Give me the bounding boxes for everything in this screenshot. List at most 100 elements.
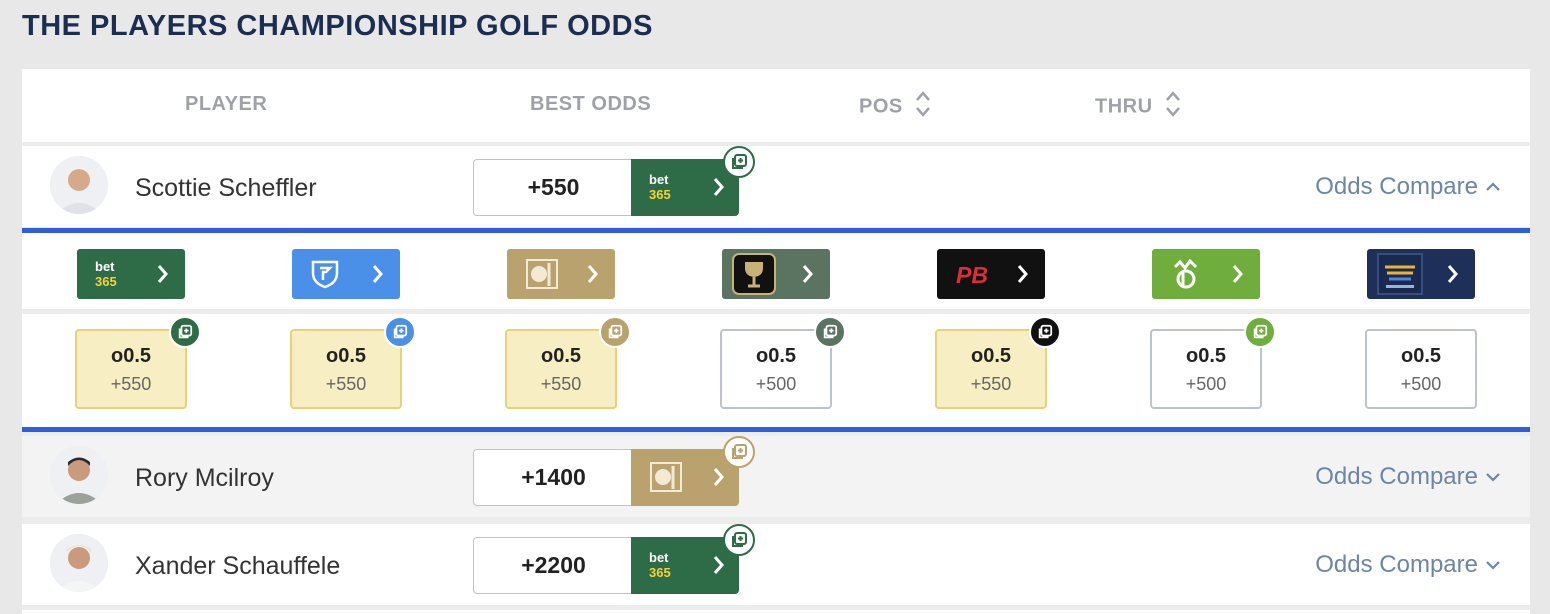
odds-lines-row: o0.5 +550 o0.5 +550 o0.5 +550 o0.5 +500 …: [22, 314, 1530, 427]
chevron-right-icon: [1017, 265, 1028, 283]
chevron-right-icon: [1232, 265, 1243, 283]
column-best-odds: BEST ODDS: [530, 93, 652, 115]
add-bet-icon[interactable]: [1029, 316, 1061, 348]
odds-price: +500: [1400, 374, 1442, 394]
best-odds-button[interactable]: +1400: [473, 436, 755, 506]
sportsbook-betmgm-button[interactable]: [631, 449, 739, 506]
svg-text:bet: bet: [649, 550, 669, 565]
player-row: Scottie Scheffler +550 bet 365 Odds Compa…: [22, 146, 1530, 227]
player-name[interactable]: Xander Schauffele: [135, 552, 340, 581]
odds-price: +550: [970, 374, 1012, 394]
fanduel-shield-icon: [311, 260, 339, 289]
player-avatar: [50, 534, 108, 592]
player-name[interactable]: Rory Mcilroy: [135, 464, 274, 493]
sportsbook-fanduel-button[interactable]: [292, 249, 400, 299]
bet365-logo-icon: bet365: [649, 550, 671, 580]
draftkings-crown-icon: [1173, 259, 1198, 289]
add-bet-icon[interactable]: [599, 316, 631, 348]
odds-line: o0.5: [540, 345, 582, 367]
betrivers-logo-icon: [1377, 253, 1423, 295]
column-pos[interactable]: POS: [859, 91, 931, 121]
odds-cell-betmgm[interactable]: o0.5 +550: [505, 329, 617, 409]
odds-compare-panel: bet 365 PB o0.5 +550 o0.5 +550 o0.5 +550…: [22, 228, 1530, 432]
sportsbook-pointsbet-button[interactable]: PB: [937, 249, 1045, 299]
chevron-right-icon: [713, 468, 724, 486]
sort-icon: [915, 91, 930, 117]
chevron-down-icon: [1486, 473, 1500, 482]
chevron-right-icon: [1447, 265, 1458, 283]
sportsbook-betrivers-button[interactable]: [1367, 249, 1475, 299]
odds-price: +500: [755, 374, 797, 394]
odds-cell-pointsbet[interactable]: o0.5 +550: [935, 329, 1047, 409]
svg-text:365: 365: [95, 274, 117, 289]
odds-line: o0.5: [1400, 345, 1442, 367]
odds-cell-bet365[interactable]: o0.5 +550: [75, 329, 187, 409]
bet365-logo-icon: bet365: [649, 172, 671, 202]
add-bet-icon[interactable]: [1244, 316, 1276, 348]
odds-cell-caesars[interactable]: o0.5 +500: [720, 329, 832, 409]
page-title: THE PLAYERS CHAMPIONSHIP GOLF ODDS: [22, 10, 653, 42]
chevron-right-icon: [157, 265, 168, 283]
svg-text:bet: bet: [95, 259, 115, 274]
player-row: [22, 610, 1530, 614]
sportsbook-caesars-button[interactable]: [722, 249, 830, 299]
odds-price: +550: [110, 374, 152, 394]
svg-text:PB: PB: [956, 262, 988, 288]
best-odds-value: +1400: [473, 449, 633, 506]
player-row: Rory Mcilroy +1400 Odds Compare: [22, 436, 1530, 517]
player-name[interactable]: Scottie Scheffler: [135, 174, 317, 203]
svg-text:365: 365: [649, 187, 671, 202]
chevron-right-icon: [713, 178, 724, 196]
table-header: PLAYER BEST ODDS POS THRU: [22, 69, 1530, 142]
odds-cell-betrivers[interactable]: o0.5 +500: [1365, 329, 1477, 409]
odds-compare-toggle[interactable]: Odds Compare: [1315, 463, 1500, 491]
bet365-logo-icon: bet365: [95, 259, 117, 289]
sportsbook-draftkings-button[interactable]: [1152, 249, 1260, 299]
pointsbet-logo-icon: PB: [956, 262, 988, 288]
odds-line: o0.5: [970, 345, 1012, 367]
column-thru-label: THRU: [1095, 95, 1153, 118]
add-bet-icon[interactable]: [723, 436, 755, 468]
odds-compare-label: Odds Compare: [1315, 173, 1478, 200]
add-bet-icon[interactable]: [169, 316, 201, 348]
sportsbook-bet365-button[interactable]: bet 365: [631, 537, 739, 594]
betmgm-lion-icon: [526, 259, 558, 289]
chevron-right-icon: [587, 265, 598, 283]
sportsbook-bet365-button[interactable]: bet 365: [631, 159, 739, 216]
add-bet-icon[interactable]: [723, 146, 755, 178]
odds-price: +550: [325, 374, 367, 394]
odds-cell-draftkings[interactable]: o0.5 +500: [1150, 329, 1262, 409]
sportsbook-row: bet 365 PB: [22, 233, 1530, 309]
svg-text:bet: bet: [649, 172, 669, 187]
betmgm-lion-icon: [650, 462, 682, 492]
best-odds-value: +550: [473, 159, 633, 216]
sportsbook-betmgm-button[interactable]: [507, 249, 615, 299]
odds-line: o0.5: [325, 345, 367, 367]
column-thru[interactable]: THRU: [1095, 91, 1181, 121]
add-bet-icon[interactable]: [814, 316, 846, 348]
odds-compare-label: Odds Compare: [1315, 551, 1478, 578]
add-bet-icon[interactable]: [384, 316, 416, 348]
odds-cell-fanduel[interactable]: o0.5 +550: [290, 329, 402, 409]
odds-price: +550: [540, 374, 582, 394]
odds-table: PLAYER BEST ODDS POS THRU Scottie Scheff…: [22, 69, 1530, 614]
odds-compare-toggle[interactable]: Odds Compare: [1315, 551, 1500, 579]
odds-price: +500: [1185, 374, 1227, 394]
chevron-down-icon: [1486, 561, 1500, 570]
sportsbook-bet365-button[interactable]: bet 365: [77, 249, 185, 299]
column-player: PLAYER: [185, 93, 268, 115]
sort-icon: [1165, 91, 1180, 117]
column-pos-label: POS: [859, 95, 903, 118]
odds-line: o0.5: [110, 345, 152, 367]
add-bet-icon[interactable]: [723, 524, 755, 556]
odds-compare-toggle[interactable]: Odds Compare: [1315, 173, 1500, 201]
odds-compare-label: Odds Compare: [1315, 463, 1478, 490]
chevron-up-icon: [1486, 182, 1500, 191]
player-avatar: [50, 446, 108, 504]
player-avatar: [50, 156, 108, 214]
odds-line: o0.5: [1185, 345, 1227, 367]
chevron-right-icon: [713, 556, 724, 574]
best-odds-button[interactable]: +2200 bet 365: [473, 524, 755, 594]
svg-text:365: 365: [649, 565, 671, 580]
best-odds-button[interactable]: +550 bet 365: [473, 146, 755, 216]
